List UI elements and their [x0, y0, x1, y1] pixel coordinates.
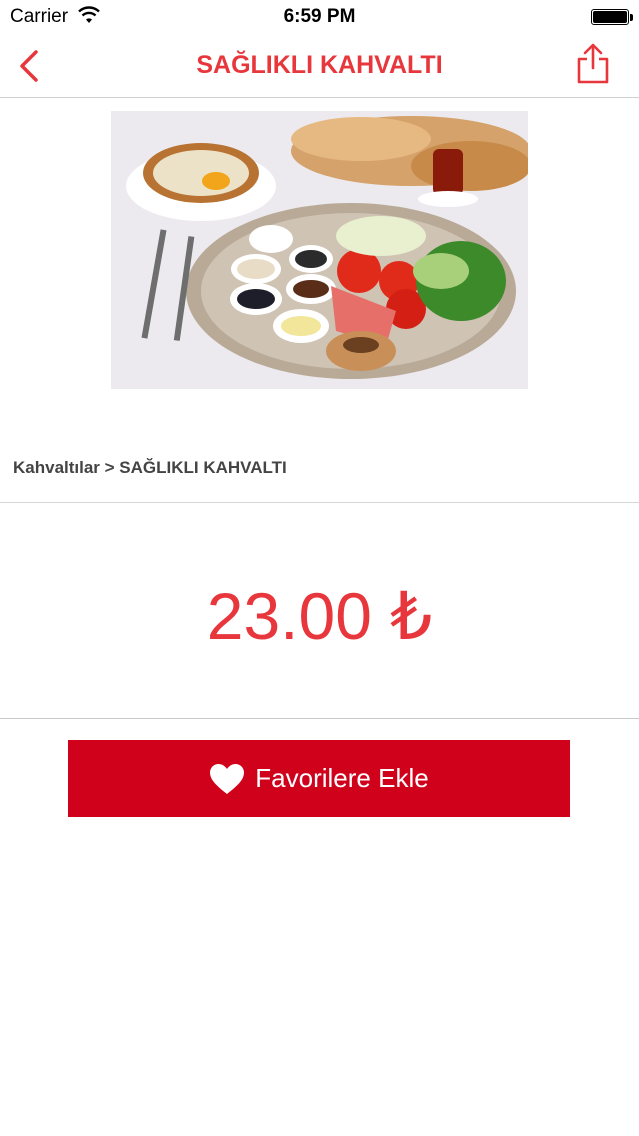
breadcrumb: Kahvaltılar > SAĞLIKLI KAHVALTI	[13, 458, 287, 477]
status-bar: Carrier 6:59 PM	[0, 0, 639, 36]
price-label: 23.00 ₺	[206, 579, 433, 653]
share-icon[interactable]	[575, 42, 611, 86]
navigation-bar: SAĞLIKLI KAHVALTI	[0, 36, 639, 98]
add-to-favorites-label: Favorilere Ekle	[255, 763, 429, 793]
page-title: SAĞLIKLI KAHVALTI	[196, 51, 443, 79]
divider	[0, 502, 639, 503]
divider	[0, 718, 639, 719]
status-time: 6:59 PM	[283, 6, 356, 27]
product-image	[111, 111, 528, 389]
breakfast-plate-illustration	[111, 111, 528, 389]
add-to-favorites-button[interactable]: Favorilere Ekle	[68, 740, 570, 817]
heart-icon	[210, 763, 245, 794]
battery-icon	[591, 9, 633, 25]
